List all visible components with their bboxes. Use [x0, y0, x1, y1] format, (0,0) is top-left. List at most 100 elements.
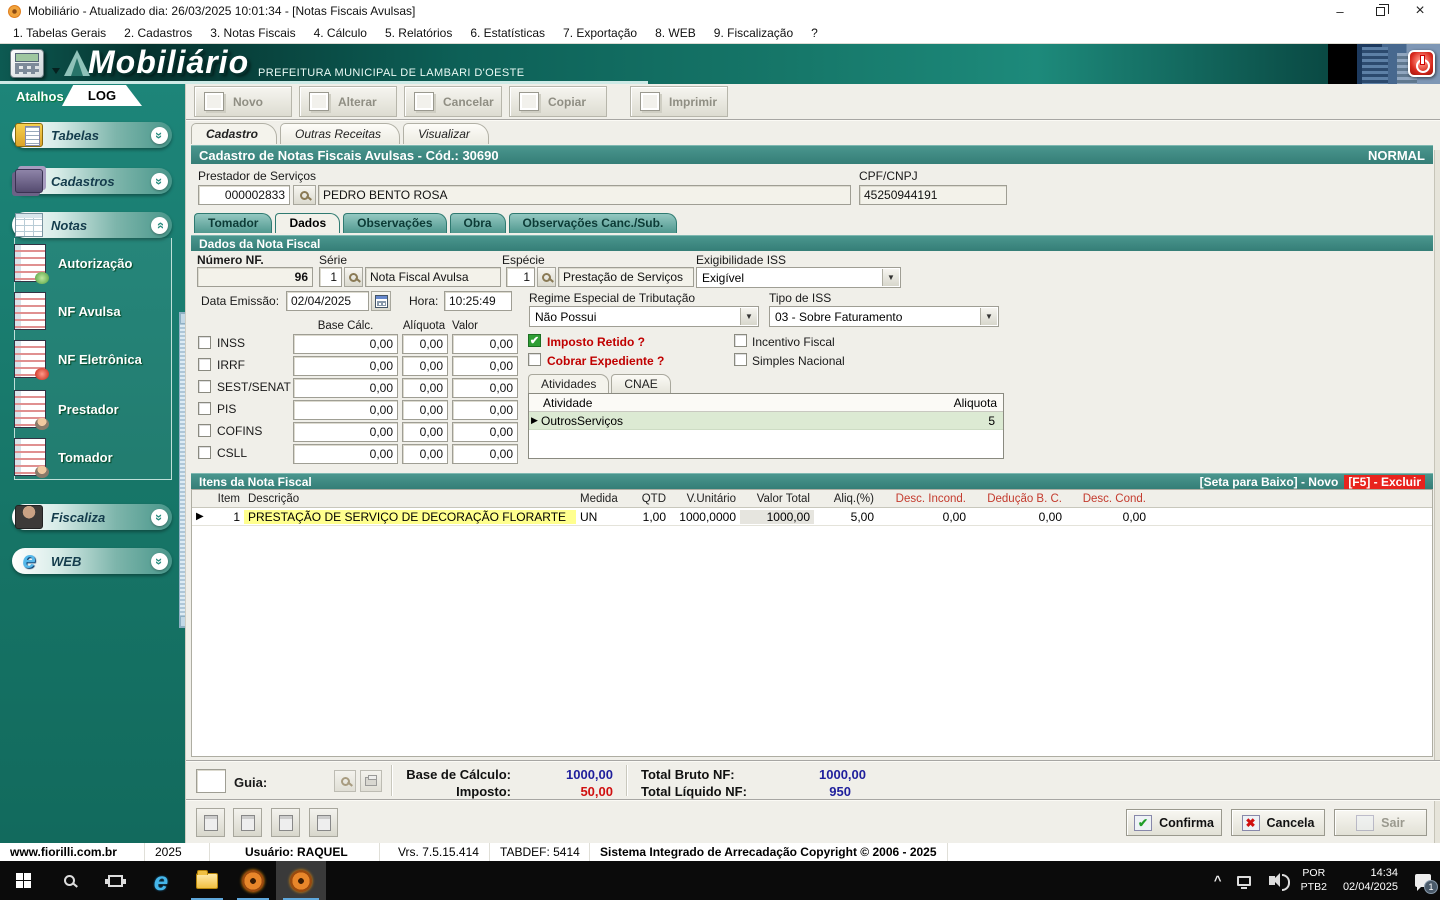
nav-first-button[interactable]	[196, 808, 225, 837]
sest-base-field[interactable]: 0,00	[293, 378, 398, 398]
irrf-valor-field[interactable]: 0,00	[452, 356, 518, 376]
cofins-base-field[interactable]: 0,00	[293, 422, 398, 442]
prestador-code-field[interactable]: 000002833	[198, 185, 290, 205]
numero-nf-field[interactable]: 96	[197, 267, 313, 287]
especie-field[interactable]: 1	[506, 267, 535, 287]
clock[interactable]: 14:34 02/04/2025	[1335, 867, 1406, 895]
menu-help[interactable]: ?	[802, 23, 827, 43]
chevron-down-icon[interactable]: »	[151, 508, 168, 526]
volume-icon[interactable]	[1257, 861, 1293, 900]
sidebar-group-tabelas[interactable]: Tabelas »	[12, 122, 172, 148]
prestador-search-button[interactable]	[293, 185, 316, 205]
nav-last-button[interactable]	[309, 808, 338, 837]
file-explorer-button[interactable]	[184, 861, 230, 900]
taskbar-search-button[interactable]	[46, 861, 92, 900]
pis-aliq-field[interactable]: 0,00	[402, 400, 448, 420]
imposto-retido-checkbox[interactable]: ✔	[528, 334, 541, 347]
alterar-button[interactable]: Alterar	[299, 86, 397, 117]
mobiliario-app-button[interactable]	[276, 861, 326, 900]
menu-exportacao[interactable]: 7. Exportação	[554, 23, 646, 43]
serie-search-button[interactable]	[344, 267, 363, 287]
tab-observacoes-canc[interactable]: Observações Canc./Sub.	[508, 213, 678, 233]
start-button[interactable]	[0, 861, 46, 900]
cofins-aliq-field[interactable]: 0,00	[402, 422, 448, 442]
menu-estatisticas[interactable]: 6. Estatísticas	[461, 23, 554, 43]
item-row[interactable]: ▶ 1 PRESTAÇÃO DE SERVIÇO DE DECORAÇÃO FL…	[192, 508, 1432, 526]
inss-aliq-field[interactable]: 0,00	[402, 334, 448, 354]
chevron-down-icon[interactable]: »	[151, 552, 168, 570]
nav-next-button[interactable]	[271, 808, 300, 837]
menu-relatorios[interactable]: 5. Relatórios	[376, 23, 461, 43]
restore-button[interactable]	[1360, 0, 1400, 22]
guia-search-button[interactable]	[334, 770, 356, 792]
irrf-checkbox[interactable]	[198, 358, 211, 371]
cofins-valor-field[interactable]: 0,00	[452, 422, 518, 442]
inss-valor-field[interactable]: 0,00	[452, 334, 518, 354]
guia-print-button[interactable]	[360, 770, 382, 792]
notification-center-button[interactable]: 1	[1406, 861, 1440, 900]
sest-valor-field[interactable]: 0,00	[452, 378, 518, 398]
menu-fiscalizacao[interactable]: 9. Fiscalização	[705, 23, 802, 43]
tab-visualizar[interactable]: Visualizar	[403, 123, 489, 144]
close-button[interactable]: ×	[1400, 0, 1440, 22]
data-emissao-field[interactable]: 02/04/2025	[286, 291, 369, 311]
menu-calculo[interactable]: 4. Cálculo	[305, 23, 376, 43]
csll-valor-field[interactable]: 0,00	[452, 444, 518, 464]
regime-select[interactable]: Não Possui ▼	[529, 306, 759, 327]
menu-web[interactable]: 8. WEB	[646, 23, 705, 43]
hora-field[interactable]: 10:25:49	[444, 291, 512, 311]
chevron-up-icon[interactable]: »	[151, 216, 168, 234]
calendar-button[interactable]	[371, 291, 391, 311]
sidebar-item-autorizacao[interactable]: Autorização	[14, 244, 132, 284]
tab-tomador[interactable]: Tomador	[194, 213, 273, 233]
sidebar-item-nf-avulsa[interactable]: NF Avulsa	[14, 292, 121, 330]
cancelar-button[interactable]: Cancelar	[404, 86, 502, 117]
fiorilli-app-button[interactable]	[230, 861, 276, 900]
csll-base-field[interactable]: 0,00	[293, 444, 398, 464]
serie-field[interactable]: 1	[319, 267, 342, 287]
simples-nacional-checkbox[interactable]	[734, 353, 747, 366]
sidebar-group-fiscaliza[interactable]: Fiscaliza »	[12, 504, 172, 530]
pis-valor-field[interactable]: 0,00	[452, 400, 518, 420]
task-view-button[interactable]	[92, 861, 138, 900]
power-button[interactable]	[1408, 50, 1435, 77]
inss-base-field[interactable]: 0,00	[293, 334, 398, 354]
sidebar-group-web[interactable]: e WEB »	[12, 547, 172, 574]
menu-notas-fiscais[interactable]: 3. Notas Fiscais	[201, 23, 304, 43]
pis-base-field[interactable]: 0,00	[293, 400, 398, 420]
ie-taskbar-button[interactable]: e	[138, 861, 184, 900]
log-tab[interactable]: LOG	[62, 85, 142, 106]
nav-prev-button[interactable]	[233, 808, 262, 837]
tab-cnae[interactable]: CNAE	[611, 374, 671, 393]
novo-button[interactable]: Novo	[194, 86, 292, 117]
language-indicator[interactable]: POR PTB2	[1293, 867, 1335, 893]
chevron-down-icon[interactable]: »	[151, 126, 168, 144]
tipo-iss-select[interactable]: 03 - Sobre Faturamento ▼	[769, 306, 999, 327]
csll-checkbox[interactable]	[198, 446, 211, 459]
sidebar-item-nf-eletronica[interactable]: NF Eletrônica	[14, 340, 142, 380]
confirma-button[interactable]: ✔ Confirma	[1126, 809, 1222, 836]
especie-search-button[interactable]	[537, 267, 556, 287]
tab-dados[interactable]: Dados	[275, 213, 341, 233]
sidebar-item-tomador[interactable]: Tomador	[14, 438, 113, 478]
sidebar-group-notas[interactable]: Notas »	[12, 212, 172, 238]
cofins-checkbox[interactable]	[198, 424, 211, 437]
network-icon[interactable]	[1231, 861, 1257, 900]
menu-cadastros[interactable]: 2. Cadastros	[115, 23, 201, 43]
cobrar-expediente-checkbox[interactable]	[528, 353, 541, 366]
incentivo-fiscal-checkbox[interactable]	[734, 334, 747, 347]
irrf-base-field[interactable]: 0,00	[293, 356, 398, 376]
menu-tabelas-gerais[interactable]: 1. Tabelas Gerais	[4, 23, 115, 43]
tab-atividades[interactable]: Atividades	[528, 374, 610, 393]
pis-checkbox[interactable]	[198, 402, 211, 415]
tray-chevron-up[interactable]: ^	[1205, 861, 1231, 900]
inss-checkbox[interactable]	[198, 336, 211, 349]
irrf-aliq-field[interactable]: 0,00	[402, 356, 448, 376]
atividade-row[interactable]: ▶ OutrosServiços 5	[529, 412, 1003, 430]
guia-field[interactable]	[196, 769, 226, 793]
sest-senat-checkbox[interactable]	[198, 380, 211, 393]
imprimir-button[interactable]: Imprimir	[630, 86, 728, 117]
tab-observacoes[interactable]: Observações	[343, 213, 447, 233]
sair-button[interactable]: Sair	[1334, 809, 1427, 836]
tab-outras-receitas[interactable]: Outras Receitas	[280, 123, 401, 144]
